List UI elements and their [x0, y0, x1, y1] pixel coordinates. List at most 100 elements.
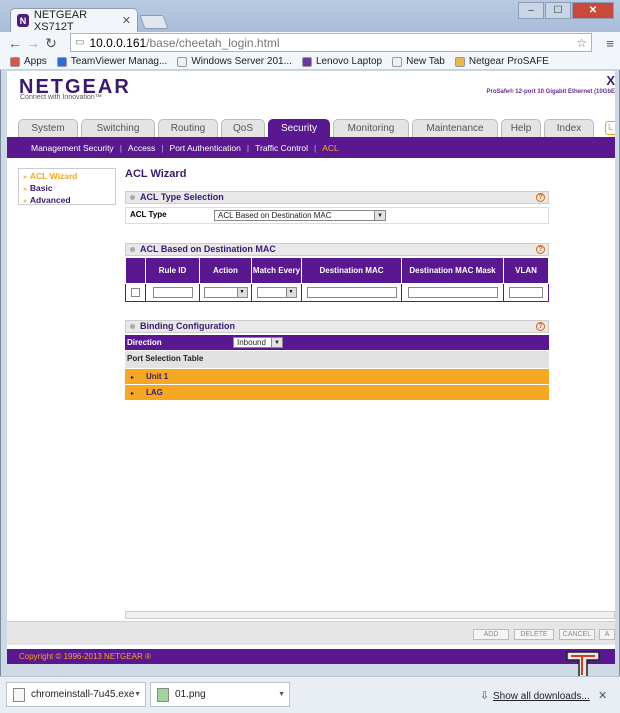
arrow-icon: » — [23, 174, 27, 181]
table-row: ▼ ▼ — [125, 283, 549, 302]
reload-icon[interactable]: ↻ — [42, 35, 60, 52]
new-tab-button[interactable] — [139, 15, 169, 29]
bookmark-icon — [10, 56, 20, 67]
select-column-header — [125, 257, 146, 284]
tab-index[interactable]: Index — [544, 119, 594, 137]
close-window-icon[interactable]: ✕ — [572, 2, 614, 19]
bookmark-icon — [301, 56, 312, 67]
acl-type-label: ACL Type — [130, 210, 167, 219]
action-select[interactable]: ▼ — [203, 287, 248, 298]
column-header: Match Every — [251, 257, 302, 284]
close-tab-icon[interactable]: ✕ — [122, 14, 131, 27]
bookmark-item[interactable]: TeamViewer Manag... — [56, 56, 167, 67]
copyright: Copyright © 1996-2013 NETGEAR ® — [7, 649, 615, 664]
rule-id-input[interactable] — [152, 287, 193, 298]
download-item[interactable]: chromeinstall-7u45.exe ▼ — [6, 682, 146, 707]
url-host: 10.0.0.161 — [89, 35, 147, 50]
destination-mac-input[interactable] — [306, 287, 397, 298]
direction-row: Direction — [125, 335, 549, 350]
acl-type-select[interactable]: ACL Based on Destination MAC ▼ — [214, 210, 386, 221]
show-all-downloads-link[interactable]: Show all downloads... — [493, 691, 590, 702]
subnav-item[interactable]: Traffic Control — [255, 143, 308, 153]
help-icon[interactable]: ? — [536, 245, 545, 254]
leftnav-item[interactable]: » ACL Wizard — [23, 171, 111, 183]
star-icon[interactable]: ☆ — [576, 36, 587, 50]
maximize-icon[interactable]: ☐ — [545, 2, 571, 19]
page-icon: ▭ — [75, 37, 85, 48]
bookmark-item[interactable]: New Tab — [392, 56, 445, 67]
unit-1-row[interactable]: ▸ Unit 1 — [125, 369, 549, 384]
bookmark-icon — [177, 56, 188, 67]
address-bar[interactable]: ▭ 10.0.0.161/base/cheetah_login.html ☆ — [70, 33, 592, 52]
tab-security[interactable]: Security — [268, 119, 330, 137]
chrome-menu-icon[interactable]: ≡ — [606, 36, 614, 51]
button-bar: ADD DELETE CANCEL A — [7, 621, 615, 645]
bookmark-item[interactable]: Windows Server 201... — [177, 56, 292, 67]
main-tabs: System Switching Routing QoS Security Monitor… — [18, 119, 597, 137]
binding-header: Binding Configuration ? — [125, 320, 549, 333]
download-item[interactable]: 01.png ▼ — [150, 682, 290, 707]
tab-help[interactable]: Help — [501, 119, 541, 137]
subnav-item[interactable]: Management Security — [31, 143, 114, 153]
arrow-icon: » — [23, 198, 27, 205]
leftnav-item[interactable]: » Advanced — [23, 195, 111, 207]
subnav-item[interactable]: Access — [128, 143, 155, 153]
vlan-input[interactable] — [509, 287, 543, 298]
cancel-button[interactable]: CANCEL — [559, 629, 595, 640]
tab-title: NETGEAR XS712T — [33, 8, 88, 33]
help-icon[interactable]: ? — [536, 322, 545, 331]
tab-switching[interactable]: Switching — [81, 119, 155, 137]
tab-routing[interactable]: Routing — [158, 119, 218, 137]
bullet-icon — [130, 195, 135, 200]
subnav-item[interactable]: ACL — [322, 143, 339, 153]
page-title: ACL Wizard — [125, 168, 187, 180]
apply-button[interactable]: A — [599, 629, 615, 640]
bookmark-item[interactable]: Netgear ProSAFE — [454, 56, 549, 67]
left-nav: » ACL Wizard» Basic» Advanced — [18, 168, 116, 205]
column-header: Rule ID — [145, 257, 200, 284]
bookmark-icon — [56, 56, 67, 67]
add-button[interactable]: ADD — [473, 629, 509, 640]
bookmark-item[interactable]: Lenovo Laptop — [301, 56, 382, 67]
chevron-down-icon: ▼ — [134, 691, 141, 698]
browser-tab[interactable]: N NETGEAR XS712T ✕ — [10, 8, 138, 33]
minimize-icon[interactable]: – — [518, 2, 544, 19]
delete-button[interactable]: DELETE — [514, 629, 554, 640]
netgear-page: NETGEAR Connect with Innovation™ X ProSa… — [7, 71, 615, 664]
tab-qos[interactable]: QoS — [221, 119, 265, 137]
forward-arrow-icon[interactable]: → — [24, 35, 42, 51]
column-header: Destination MAC Mask — [401, 257, 504, 284]
logout-button[interactable]: L — [605, 121, 615, 135]
horizontal-scrollbar[interactable] — [125, 611, 615, 619]
destination-mac-mask-input[interactable] — [407, 287, 498, 298]
row-checkbox[interactable] — [131, 288, 140, 298]
tab-maintenance[interactable]: Maintenance — [412, 119, 498, 137]
bookmark-icon — [454, 56, 465, 67]
expand-arrow-icon: ▸ — [131, 375, 135, 381]
match-every-select[interactable]: ▼ — [256, 287, 297, 298]
separator: | — [314, 142, 317, 153]
chevron-down-icon: ▼ — [271, 338, 282, 347]
product-initial: X — [606, 73, 615, 88]
close-downloads-icon[interactable]: ✕ — [598, 689, 607, 702]
direction-select[interactable]: Inbound ▼ — [233, 337, 283, 348]
download-arrow-icon: ⇩ — [480, 690, 490, 702]
sub-nav: Management Security | Access | Port Authenti… — [7, 137, 615, 158]
tab-system[interactable]: System — [18, 119, 78, 137]
separator: | — [161, 142, 164, 153]
back-arrow-icon[interactable]: ← — [6, 35, 24, 51]
lag-row[interactable]: ▸ LAG — [125, 385, 549, 400]
product-description: ProSafe® 12-port 10 Gigabit Ethernet (10… — [486, 89, 615, 95]
tab-monitoring[interactable]: Monitoring — [333, 119, 409, 137]
bookmark-item[interactable]: Apps — [10, 56, 47, 67]
acl-type-header: ACL Type Selection ? — [125, 191, 549, 204]
leftnav-item[interactable]: » Basic — [23, 183, 111, 195]
tagline: Connect with Innovation™ — [20, 94, 102, 101]
subnav-item[interactable]: Port Authentication — [170, 143, 241, 153]
help-icon[interactable]: ? — [536, 193, 545, 202]
arrow-icon: » — [23, 186, 27, 193]
expand-arrow-icon: ▸ — [131, 391, 135, 397]
port-selection-label: Port Selection Table — [125, 351, 549, 368]
window-controls: – ☐ ✕ — [518, 2, 614, 19]
file-icon — [13, 687, 25, 702]
